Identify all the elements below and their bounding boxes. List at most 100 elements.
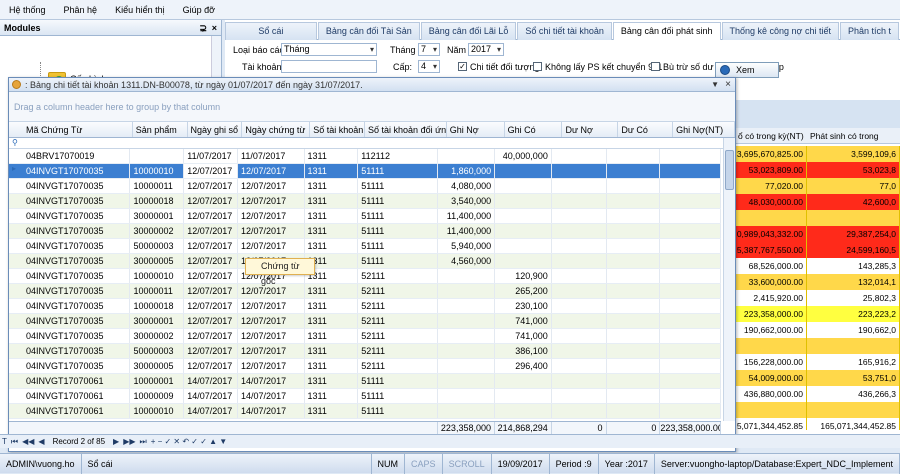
col-account-cell[interactable]: 1311	[305, 359, 359, 373]
col-post-date-cell[interactable]: 14/07/2017	[184, 404, 239, 418]
col-doc-code-cell[interactable]: 04INVGT17070061	[23, 374, 131, 388]
col-doc-date-cell[interactable]: 12/07/2017	[238, 329, 305, 343]
col-account-cell[interactable]: 1311	[305, 164, 359, 178]
col-credit-balance-cell[interactable]	[607, 344, 661, 358]
trial-balance-row[interactable]: 2,415,920.00 25,802,3	[735, 290, 900, 306]
col-product-cell[interactable]: 30000001	[130, 209, 185, 223]
col-doc-date-cell[interactable]: 12/07/2017	[238, 224, 305, 238]
col-credit-balance-cell[interactable]	[607, 149, 661, 163]
col-credit-cell[interactable]	[495, 239, 552, 253]
col-product-cell[interactable]: 50000003	[130, 344, 185, 358]
tab-balance-pl[interactable]: Bảng cân đối Lãi Lỗ	[420, 22, 517, 40]
table-row[interactable]: 04INVGT17070035 10000018 12/07/2017 12/07/2…	[9, 299, 721, 314]
col-credit-cell[interactable]: 120,900	[495, 269, 552, 283]
table-row[interactable]: 04INVGT17070035 10000011 12/07/2017 12/07/2…	[9, 284, 721, 299]
col-credit-balance-cell[interactable]	[607, 164, 661, 178]
trial-balance-row[interactable]: 156,228,000.00 165,916,2	[735, 354, 900, 370]
col-account-cell[interactable]: 1311	[305, 224, 359, 238]
trial-balance-row[interactable]: 48,030,000.00 42,600,0	[735, 194, 900, 210]
col-post-date-cell[interactable]: 12/07/2017	[184, 179, 239, 193]
col-product-cell[interactable]: 10000001	[130, 374, 185, 388]
col-doc-code-cell[interactable]: 04INVGT17070035	[23, 239, 131, 253]
col-debit-balance-cell[interactable]	[552, 389, 607, 403]
col-doc-date-cell[interactable]: 12/07/2017	[238, 299, 305, 313]
close-icon[interactable]: ×	[212, 20, 217, 36]
col-debit-balance-cell[interactable]	[552, 179, 607, 193]
detail-checkbox[interactable]: ✓	[458, 62, 467, 71]
col-credit-balance-cell[interactable]	[607, 389, 661, 403]
trial-balance-row[interactable]	[735, 402, 900, 418]
col-debit-cell[interactable]	[438, 359, 496, 373]
trial-balance-row[interactable]: 68,526,000.00 143,285,3	[735, 258, 900, 274]
col-doc-date-header[interactable]: Ngày chứng từ	[242, 122, 311, 137]
col-debit-balance-cell[interactable]	[552, 404, 607, 418]
col-account-cell[interactable]: 1311	[305, 389, 359, 403]
col-post-date-header[interactable]: Ngày ghi sổ	[188, 122, 243, 137]
trial-balance-row[interactable]: 77,020.00 77,0	[735, 178, 900, 194]
prev-record-button[interactable]: ◀	[36, 437, 46, 446]
col-contra-account-cell[interactable]: 51111	[358, 209, 439, 223]
col-debit-nt-cell[interactable]	[660, 389, 721, 403]
table-row[interactable]: 04INVGT17070061 10000009 14/07/2017 14/07/2…	[9, 389, 721, 404]
col-product-cell[interactable]: 10000009	[130, 389, 185, 403]
col-doc-date-cell[interactable]: 14/07/2017	[238, 404, 305, 418]
col-debit-nt-cell[interactable]	[660, 299, 721, 313]
col-product-cell[interactable]: 10000010	[130, 269, 185, 283]
col-doc-code-cell[interactable]: 04INVGT17070035	[23, 224, 131, 238]
col-account-cell[interactable]: 1311	[305, 179, 359, 193]
col-debit-nt-cell[interactable]	[660, 179, 721, 193]
month-select[interactable]: 7	[418, 43, 440, 56]
table-row[interactable]: 04INVGT17070035 50000003 12/07/2017 12/07/2…	[9, 239, 721, 254]
col-debit-cell[interactable]: 1,860,000	[438, 164, 496, 178]
col-debit-balance-cell[interactable]	[552, 149, 607, 163]
tab-trial-balance[interactable]: Bảng cân đối phát sinh	[612, 22, 721, 40]
col-credit-cell[interactable]	[495, 389, 552, 403]
col-account-cell[interactable]: 1311	[305, 149, 359, 163]
menu-view[interactable]: Kiểu hiển thị	[106, 0, 174, 20]
col-debit-nt-cell[interactable]	[660, 284, 721, 298]
col-credit-balance-cell[interactable]	[607, 314, 661, 328]
scroll-thumb[interactable]	[725, 150, 734, 190]
col-account-cell[interactable]: 1311	[305, 374, 359, 388]
col-credit-balance-cell[interactable]	[607, 329, 661, 343]
col-credit-cell[interactable]: 741,000	[495, 314, 552, 328]
context-menu-item[interactable]: Chứng từ gốc	[245, 258, 315, 286]
col-debit-balance-cell[interactable]	[552, 239, 607, 253]
col-debit-cell[interactable]: 4,080,000	[438, 179, 496, 193]
col-account-cell[interactable]: 1311	[305, 344, 359, 358]
col-contra-account-cell[interactable]: 51111	[358, 164, 439, 178]
col-post-date-cell[interactable]: 12/07/2017	[184, 314, 239, 328]
col-account-header[interactable]: Số tài khoản	[310, 122, 366, 137]
col-credit-cell[interactable]	[495, 194, 552, 208]
report-type-select[interactable]: Tháng	[281, 43, 377, 56]
col-contra-account-header[interactable]: Số tài khoản đối ứng	[365, 122, 447, 137]
col-post-date-cell[interactable]: 14/07/2017	[184, 374, 239, 388]
col-account-cell[interactable]: 1311	[305, 314, 359, 328]
menu-system[interactable]: Hệ thống	[0, 0, 55, 20]
table-row[interactable]: 04INVGT170700351000001012/07/201712/07/2…	[9, 269, 721, 284]
col-contra-account-cell[interactable]: 52111	[358, 314, 439, 328]
no-ps-checkbox[interactable]	[533, 62, 542, 71]
col-post-date-cell[interactable]: 12/07/2017	[184, 329, 239, 343]
col-credit-balance-cell[interactable]	[607, 254, 661, 268]
table-row[interactable]: 04INVGT17070035 10000018 12/07/2017 12/07/2…	[9, 194, 721, 209]
col-credit-cell[interactable]	[495, 404, 552, 418]
col-doc-code-cell[interactable]: 04BRV17070019	[23, 149, 131, 163]
col-product-cell[interactable]: 50000003	[130, 239, 185, 253]
table-row[interactable]: 04INVGT170700353000000512/07/201712/07/2…	[9, 254, 721, 269]
menu-help[interactable]: Giúp đỡ	[174, 0, 224, 20]
col-doc-code-cell[interactable]: 04INVGT17070035	[23, 299, 131, 313]
col-post-date-cell[interactable]: 12/07/2017	[184, 254, 239, 268]
col-doc-date-cell[interactable]: 12/07/2017	[238, 209, 305, 223]
col-contra-account-cell[interactable]: 112112	[358, 149, 439, 163]
col-doc-date-cell[interactable]: 14/07/2017	[238, 389, 305, 403]
col-doc-date-cell[interactable]: 12/07/2017	[238, 239, 305, 253]
col-doc-code-cell[interactable]: 04INVGT17070035	[23, 344, 131, 358]
col-debit-balance-cell[interactable]	[552, 209, 607, 223]
offset-checkbox[interactable]	[651, 62, 660, 71]
col-credit-balance-cell[interactable]	[607, 209, 661, 223]
col-debit-nt-cell[interactable]	[660, 149, 721, 163]
last-record-button[interactable]: ⏭	[138, 437, 149, 447]
trial-balance-row[interactable]: 3,695,670,825.00 3,599,109,6	[735, 146, 900, 162]
col-contra-account-cell[interactable]: 51111	[358, 254, 439, 268]
